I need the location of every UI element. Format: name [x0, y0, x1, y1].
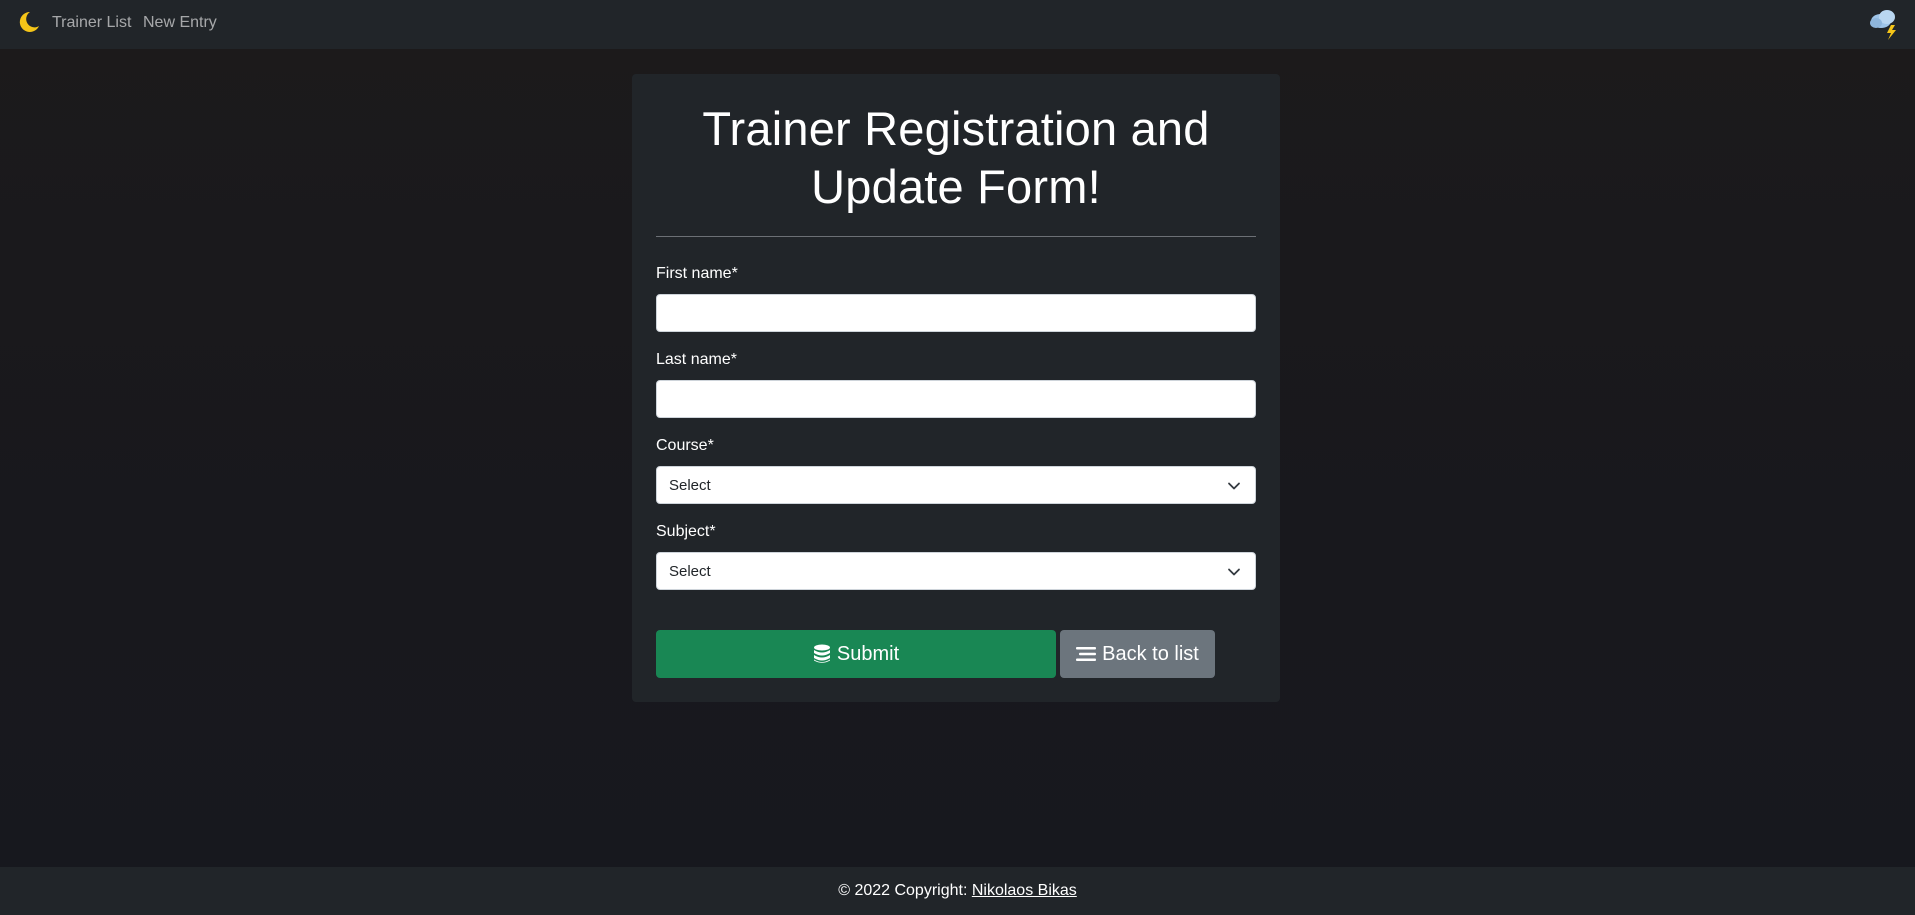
last-name-label: Last name*: [656, 351, 737, 368]
divider: [656, 236, 1256, 237]
course-select[interactable]: Select: [656, 466, 1256, 504]
chevron-down-icon: [1228, 482, 1240, 490]
subject-selected-value: Select: [669, 562, 711, 580]
page-title: Trainer Registration and Update Form!: [632, 100, 1280, 216]
title-line-1: Trainer Registration and: [702, 102, 1210, 155]
copyright-text: © 2022 Copyright:: [838, 882, 972, 899]
moon-icon[interactable]: [15, 9, 41, 35]
back-to-list-button[interactable]: Back to list: [1060, 630, 1215, 678]
submit-label: Submit: [836, 642, 900, 665]
nav-link-new-entry[interactable]: New Entry: [143, 13, 217, 33]
nav-link-trainer-list[interactable]: Trainer List: [52, 13, 131, 33]
subject-select[interactable]: Select: [656, 552, 1256, 590]
cloud-storm-icon[interactable]: [1867, 5, 1903, 41]
registration-form-card: Trainer Registration and Update Form! Fi…: [632, 74, 1280, 702]
first-name-label: First name*: [656, 265, 738, 282]
list-icon: [1076, 647, 1097, 661]
navbar: Trainer List New Entry: [0, 0, 1915, 49]
title-line-2: Update Form!: [811, 160, 1101, 213]
database-icon: [813, 644, 830, 663]
back-label: Back to list: [1102, 642, 1199, 665]
course-label: Course*: [656, 437, 714, 454]
footer: © 2022 Copyright: Nikolaos Bikas: [0, 867, 1915, 915]
last-name-field[interactable]: [656, 380, 1256, 418]
author-link[interactable]: Nikolaos Bikas: [972, 882, 1077, 899]
course-selected-value: Select: [669, 476, 711, 494]
first-name-field[interactable]: [656, 294, 1256, 332]
subject-label: Subject*: [656, 523, 716, 540]
chevron-down-icon: [1228, 568, 1240, 576]
submit-button[interactable]: Submit: [656, 630, 1056, 678]
